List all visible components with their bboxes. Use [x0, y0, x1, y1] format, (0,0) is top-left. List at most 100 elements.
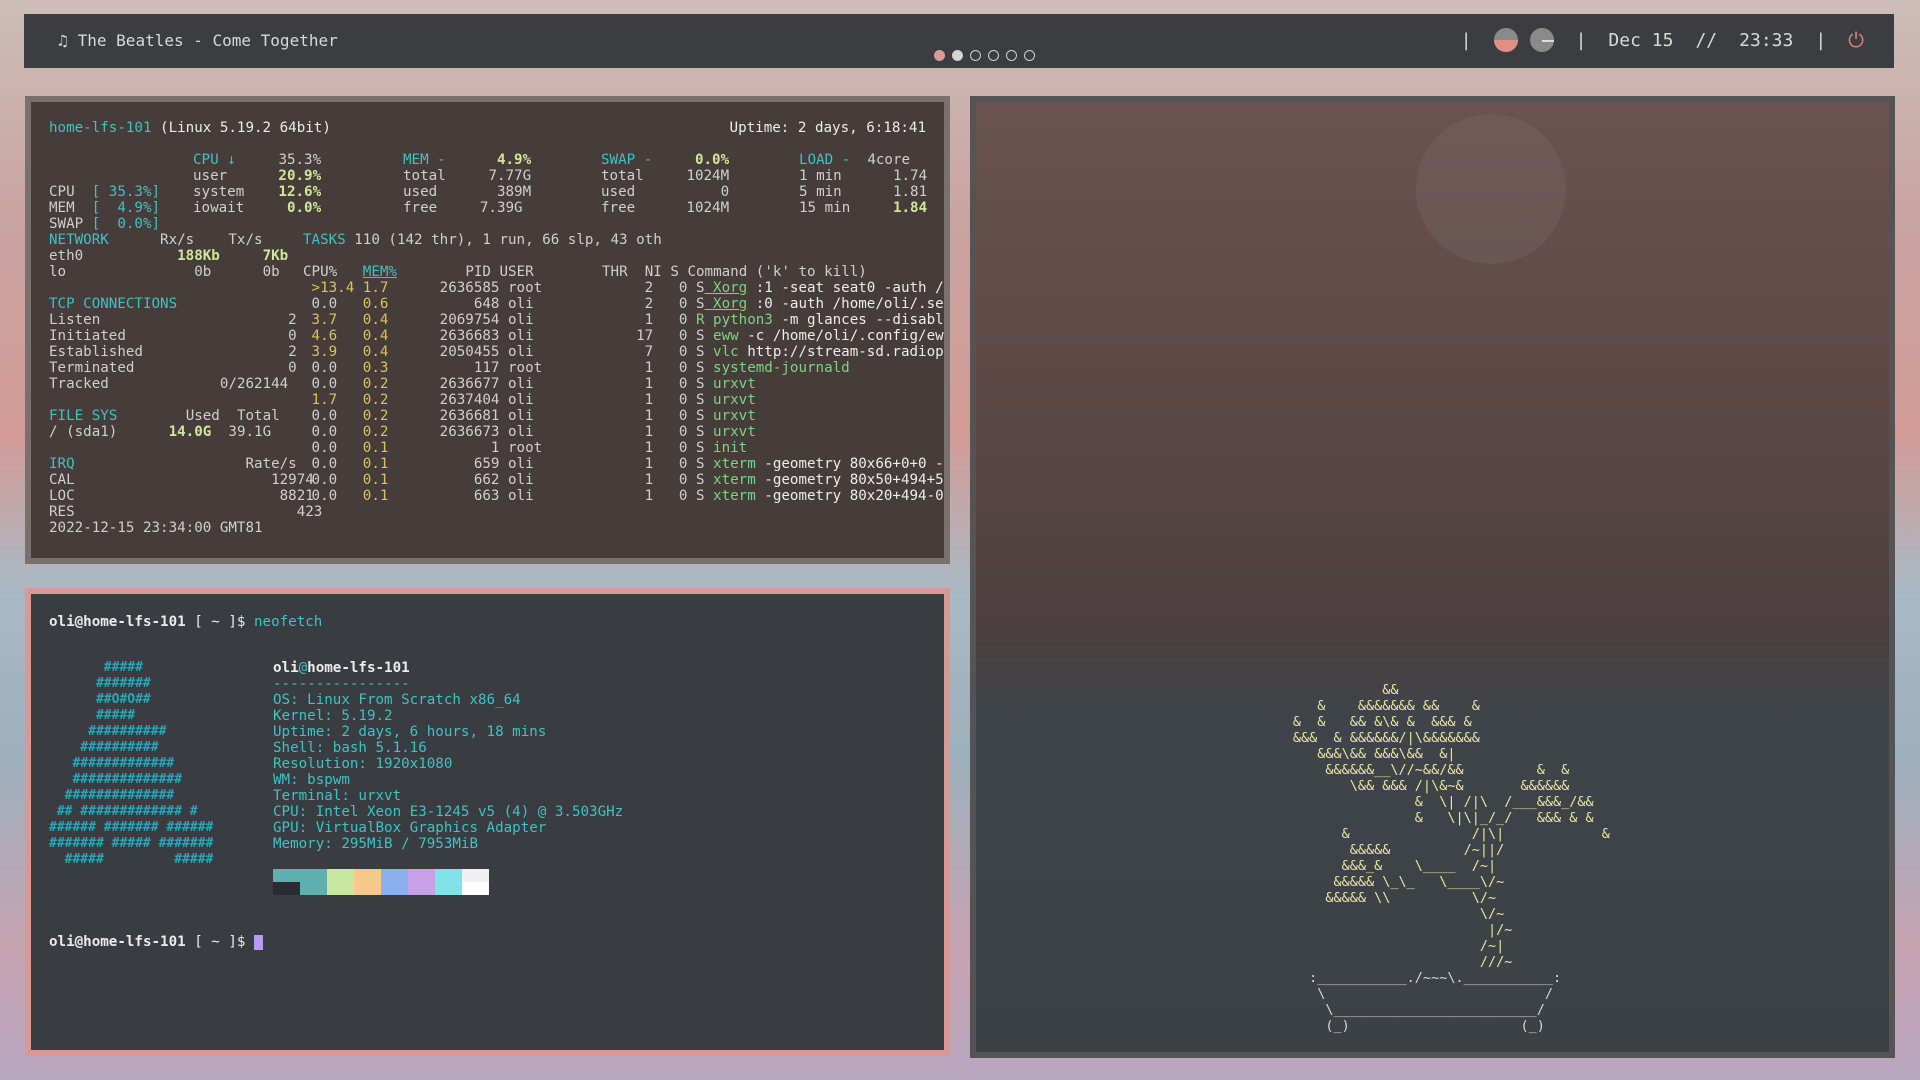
- info-value: Intel Xeon E3-1245 v5 (4) @ 3.503GHz: [315, 804, 624, 820]
- cpu-section: CPU ↓ 35.3% user 20.9% system 12.6% iowa…: [193, 152, 321, 216]
- col-mem-sorted[interactable]: MEM%: [363, 264, 397, 280]
- cpu-system-value: 12.6%: [278, 184, 322, 200]
- process-row[interactable]: >13.4 1.7 2636585 root 2 0 S Xorg :1 -se…: [303, 280, 944, 296]
- separator: |: [1575, 29, 1587, 51]
- proc-cpu: 4.6: [303, 328, 363, 344]
- proc-command-name: urxvt: [704, 408, 756, 424]
- palette-swatch: [273, 869, 300, 882]
- glances-terminal-window[interactable]: home-lfs-101 (Linux 5.19.2 64bit) Uptime…: [25, 96, 950, 564]
- info-key: WM:: [273, 772, 308, 788]
- bonsai-tree-ascii: && & &&&&&&& && & & & && &\& & &&& & &&&…: [1292, 682, 1610, 970]
- typed-command: neofetch: [254, 614, 323, 630]
- workspace-dot-1[interactable]: [934, 50, 945, 61]
- proc-cpu: 0.0: [303, 408, 363, 424]
- workspace-dot-4[interactable]: [988, 50, 999, 61]
- proc-pid: 2069754: [396, 312, 500, 328]
- load-header: LOAD -: [799, 152, 851, 168]
- brightness-icon[interactable]: [1529, 28, 1554, 52]
- proc-ni: 0: [653, 392, 688, 408]
- process-row[interactable]: 3.9 0.4 2050455 oli 7 0 S vlc http://str…: [303, 344, 944, 360]
- workspace-dot-6[interactable]: [1024, 50, 1035, 61]
- workspace-dot-5[interactable]: [1006, 50, 1017, 61]
- proc-mem: 0.1: [362, 440, 397, 456]
- swap-free: 1024M: [686, 200, 730, 216]
- neofetch-info-row: GPU: VirtualBox Graphics Adapter: [273, 820, 546, 836]
- proc-pid: 663: [396, 488, 500, 504]
- info-key: Uptime:: [273, 724, 342, 740]
- neofetch-info-row: CPU: Intel Xeon E3-1245 v5 (4) @ 3.503GH…: [273, 804, 623, 820]
- palette-swatch: [327, 882, 354, 895]
- volume-icon[interactable]: [1493, 28, 1518, 52]
- mem-header: MEM -: [403, 152, 446, 168]
- proc-command-name: urxvt: [704, 376, 756, 392]
- proc-pid: 2637404: [396, 392, 500, 408]
- palette-swatch: [408, 882, 435, 895]
- process-row[interactable]: 0.0 0.3 117 root 1 0 S systemd-journald: [303, 360, 850, 376]
- neofetch-info-row: Terminal: urxvt: [273, 788, 401, 804]
- proc-ni: 0: [653, 440, 688, 456]
- info-key: OS:: [273, 692, 308, 708]
- irq-section: IRQ Rate/s CAL 12974 LOC 8821 RES 423 20…: [49, 456, 322, 536]
- network-tx-header: Tx/s: [228, 232, 263, 248]
- palette-swatch: [300, 869, 327, 882]
- col-thr[interactable]: THR: [602, 264, 628, 280]
- process-row[interactable]: 0.0 0.2 2636677 oli 1 0 S urxvt: [303, 376, 756, 392]
- col-cpu[interactable]: CPU%: [303, 264, 337, 280]
- col-pid[interactable]: PID: [465, 264, 491, 280]
- irq-name: CAL: [49, 472, 75, 488]
- process-row[interactable]: 0.0 0.2 2636673 oli 1 0 S urxvt: [303, 424, 756, 440]
- proc-user: oli: [499, 408, 543, 424]
- tcp-label: Established: [49, 344, 143, 360]
- fs-header: FILE SYS: [49, 408, 118, 424]
- swap-free-label: free: [601, 200, 636, 216]
- tcp-value: 0: [288, 360, 297, 376]
- neofetch-info-row: OS: Linux From Scratch x86_64: [273, 692, 521, 708]
- now-playing[interactable]: ♫ The Beatles - Come Together: [58, 31, 338, 50]
- clock-time: 23:33: [1739, 29, 1794, 51]
- col-user[interactable]: USER: [499, 264, 533, 280]
- proc-ni: 0: [653, 280, 688, 296]
- info-key: Resolution:: [273, 756, 376, 772]
- neofetch-info-row: Uptime: 2 days, 6 hours, 18 mins: [273, 724, 546, 740]
- quick-mem-label: MEM: [49, 200, 75, 216]
- proc-command-name: xterm: [704, 472, 756, 488]
- proc-command-name: urxvt: [704, 424, 756, 440]
- col-command[interactable]: Command ('k' to kill): [687, 264, 866, 280]
- col-state[interactable]: S: [670, 264, 679, 280]
- proc-thr: 1: [542, 488, 654, 504]
- proc-user: oli: [499, 472, 543, 488]
- bar-right-section: | | Dec 15 // 23:33 | ⏻: [1461, 28, 1864, 52]
- col-ni[interactable]: NI: [645, 264, 662, 280]
- quick-mem-value: [ 4.9%]: [91, 200, 161, 216]
- workspace-dot-2[interactable]: [952, 50, 963, 61]
- process-row[interactable]: 0.0 0.2 2636681 oli 1 0 S urxvt: [303, 408, 756, 424]
- irq-rate: 423: [296, 504, 323, 520]
- process-row[interactable]: 1.7 0.2 2637404 oli 1 0 S urxvt: [303, 392, 756, 408]
- shell-prompt-active[interactable]: oli@home-lfs-101 [ ~ ]$: [49, 934, 264, 950]
- proc-command-args: -c /home/oli/.config/ew: [738, 328, 944, 344]
- swap-total-label: total: [601, 168, 644, 184]
- process-row[interactable]: 0.0 0.6 648 oli 2 0 S Xorg :0 -auth /hom…: [303, 296, 944, 312]
- quick-swap-value: [ 0.0%]: [91, 216, 161, 232]
- neofetch-terminal-window[interactable]: oli@home-lfs-101 [ ~ ]$ neofetch ##### #…: [25, 588, 950, 1056]
- proc-pid: 659: [396, 456, 500, 472]
- proc-user: root: [499, 440, 543, 456]
- proc-state: S: [687, 376, 705, 392]
- process-row[interactable]: 0.0 0.1 1 root 1 0 S init: [303, 440, 748, 456]
- process-row[interactable]: 0.0 0.1 662 oli 1 0 S xterm -geometry 80…: [303, 472, 944, 488]
- proc-user: oli: [499, 328, 543, 344]
- quick-swap-label: SWAP: [49, 216, 84, 232]
- proc-command-args: -geometry 80x66+0+0 -: [755, 456, 944, 472]
- neofetch-at: @: [298, 660, 308, 676]
- info-key: Terminal:: [273, 788, 359, 804]
- process-row[interactable]: 0.0 0.1 663 oli 1 0 S xterm -geometry 80…: [303, 488, 944, 504]
- power-icon[interactable]: ⏻: [1848, 28, 1864, 52]
- proc-pid: 117: [396, 360, 500, 376]
- process-row[interactable]: 4.6 0.4 2636683 oli 17 0 S eww -c /home/…: [303, 328, 944, 344]
- iface-name: eth0: [49, 248, 84, 264]
- process-row[interactable]: 3.7 0.4 2069754 oli 1 0 R python3 -m gla…: [303, 312, 944, 328]
- workspace-dot-3[interactable]: [970, 50, 981, 61]
- proc-thr: 1: [542, 312, 654, 328]
- cbonsai-terminal-window[interactable]: && & &&&&&&& && & & & && &\& & &&& & &&&…: [970, 96, 1895, 1058]
- process-row[interactable]: 0.0 0.1 659 oli 1 0 S xterm -geometry 80…: [303, 456, 944, 472]
